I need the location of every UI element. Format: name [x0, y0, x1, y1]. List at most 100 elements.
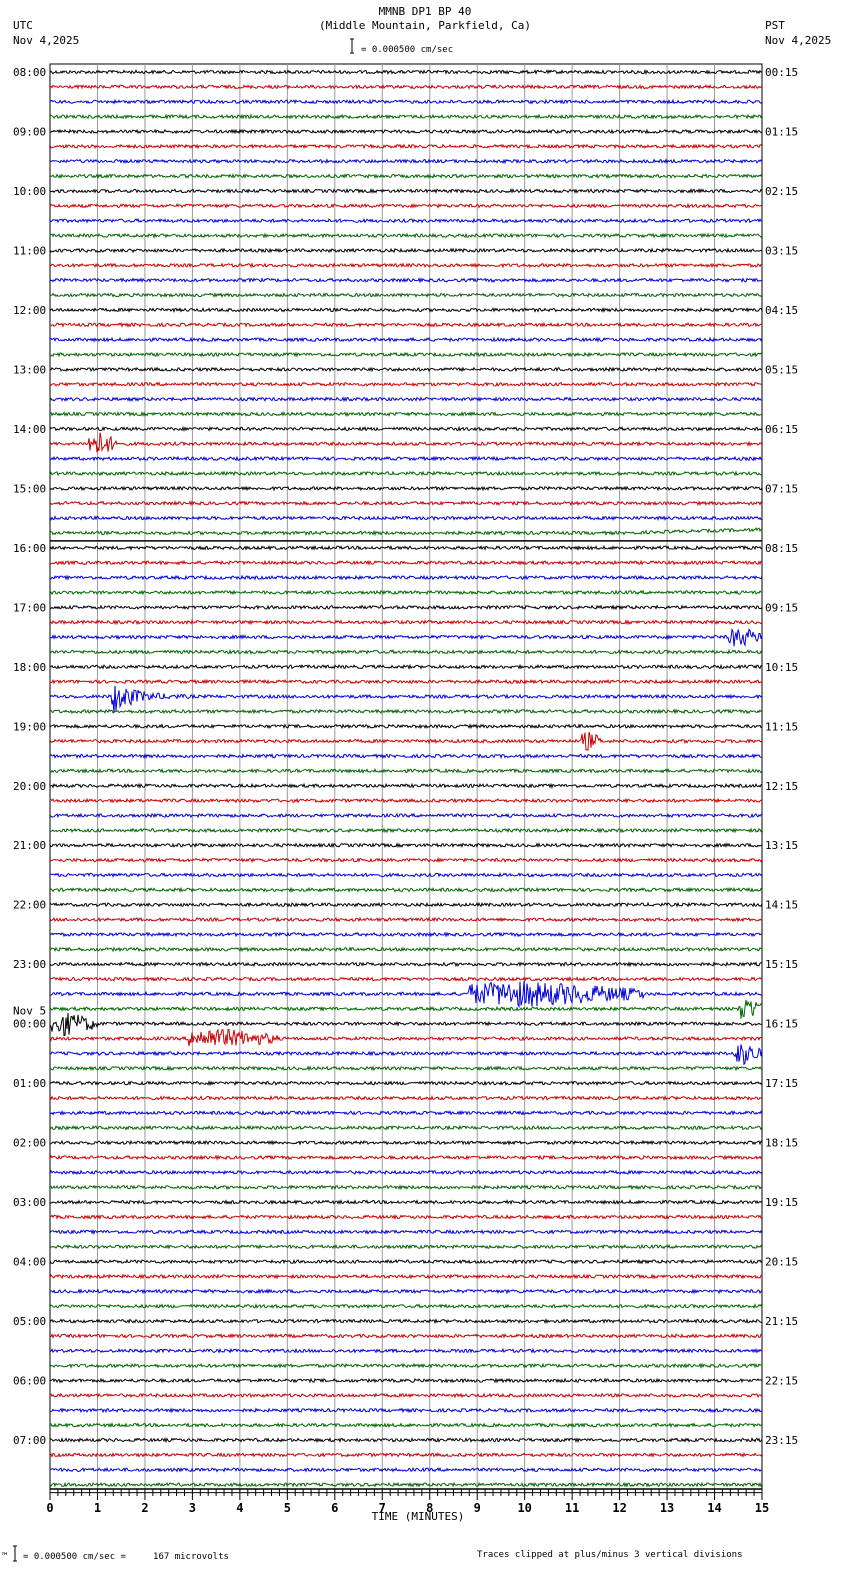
trace-row-68	[49, 1080, 763, 1087]
right-hour-label: 12:15	[765, 780, 798, 793]
x-tick-label: 4	[236, 1501, 243, 1515]
right-hour-label: 07:15	[765, 482, 798, 495]
trace-row-83	[49, 1303, 763, 1310]
right-hour-label: 05:15	[765, 363, 798, 376]
trace-row-55	[49, 886, 763, 893]
trace-row-81	[49, 1273, 763, 1280]
right-hour-label: 23:15	[765, 1434, 798, 1447]
trace-row-26	[49, 455, 763, 462]
trace-row-71	[49, 1124, 763, 1131]
trace-row-77	[49, 1213, 763, 1221]
trace-row-29	[49, 500, 763, 507]
right-hour-label: 06:15	[765, 423, 798, 436]
trace-row-87	[49, 1362, 763, 1369]
trace-row-73	[49, 1154, 763, 1161]
trace-row-80	[49, 1258, 763, 1265]
trace-row-21	[49, 381, 762, 388]
trace-row-50	[49, 812, 763, 819]
trace-row-65	[49, 1028, 763, 1047]
left-hour-label: 23:00	[13, 958, 46, 971]
trace-row-93	[49, 1451, 763, 1458]
trace-row-41	[49, 678, 763, 685]
trace-row-14	[49, 277, 763, 284]
trace-row-4	[49, 128, 763, 135]
trace-row-46	[49, 752, 763, 760]
right-hour-label: 10:15	[765, 661, 798, 674]
right-timezone: PST	[765, 19, 785, 32]
right-date: Nov 4,2025	[765, 34, 831, 47]
footer-scale-label: = 0.000500 cm/sec = 167 microvolts	[23, 1552, 229, 1562]
right-hour-label: 02:15	[765, 185, 798, 198]
left-hour-label: 10:00	[13, 185, 46, 198]
day-change-label: Nov 5	[13, 1005, 46, 1018]
trace-row-79	[49, 1243, 763, 1250]
trace-row-25	[49, 432, 763, 453]
x-tick-label: 15	[755, 1501, 769, 1515]
left-hour-label: 05:00	[13, 1315, 46, 1328]
trace-row-9	[49, 202, 763, 209]
trace-row-59	[49, 946, 763, 953]
trace-row-70	[49, 1109, 763, 1116]
trace-row-7	[49, 172, 763, 180]
trace-row-30	[49, 515, 763, 522]
trace-row-84	[49, 1318, 763, 1325]
svg-text:™: ™	[1, 1552, 7, 1562]
left-hour-label: 12:00	[13, 304, 46, 317]
trace-row-61	[49, 976, 763, 983]
trace-row-6	[49, 158, 763, 165]
x-tick-label: 0	[46, 1501, 53, 1515]
trace-row-47	[49, 767, 763, 775]
trace-row-28	[49, 485, 763, 492]
right-hour-label: 15:15	[765, 958, 798, 971]
trace-row-88	[49, 1377, 763, 1384]
right-hour-label: 21:15	[765, 1315, 798, 1328]
trace-row-90	[49, 1407, 762, 1414]
trace-row-48	[49, 782, 763, 789]
trace-row-43	[50, 708, 763, 715]
left-hour-label: 18:00	[13, 661, 46, 674]
footer-scale-icon: ™	[1, 1545, 17, 1562]
trace-row-78	[49, 1228, 763, 1236]
trace-row-12	[49, 247, 763, 254]
trace-row-5	[49, 143, 763, 150]
left-date: Nov 4,2025	[13, 34, 79, 47]
right-hour-label: 08:15	[765, 542, 798, 555]
right-hour-label: 03:15	[765, 244, 798, 257]
left-hour-label: 08:00	[13, 66, 46, 79]
trace-row-69	[49, 1094, 763, 1102]
trace-row-75	[49, 1184, 763, 1191]
trace-row-53	[49, 857, 763, 864]
right-hour-label: 22:15	[765, 1375, 798, 1388]
trace-row-52	[49, 842, 763, 849]
trace-row-56	[49, 901, 763, 908]
trace-row-2	[49, 98, 763, 105]
x-tick-label: 11	[565, 1501, 579, 1515]
trace-row-11	[49, 232, 763, 239]
trace-row-18	[49, 336, 763, 343]
x-tick-label: 14	[707, 1501, 721, 1515]
left-hour-label: 02:00	[13, 1137, 46, 1150]
trace-row-51	[49, 827, 763, 834]
left-hour-label: 16:00	[13, 542, 46, 555]
trace-row-40	[49, 663, 763, 670]
right-hour-label: 01:15	[765, 125, 798, 138]
trace-row-85	[49, 1333, 763, 1339]
trace-row-34	[49, 574, 763, 581]
left-hour-label: 01:00	[13, 1077, 46, 1090]
trace-row-86	[49, 1347, 763, 1354]
right-hour-label: 20:15	[765, 1256, 798, 1269]
left-hour-label: 20:00	[13, 780, 46, 793]
x-axis-label: TIME (MINUTES)	[372, 1510, 465, 1523]
left-hour-label: 06:00	[13, 1375, 46, 1388]
left-hour-label: 07:00	[13, 1434, 46, 1447]
left-hour-label: 03:00	[13, 1196, 46, 1209]
right-hour-label: 18:15	[765, 1137, 798, 1150]
trace-row-91	[49, 1422, 763, 1429]
trace-row-15	[50, 292, 763, 298]
chart-title: MMNB DP1 BP 40	[379, 5, 472, 18]
x-tick-label: 9	[474, 1501, 481, 1515]
seismogram-chart: MMNB DP1 BP 40 (Middle Mountain, Parkfie…	[1, 5, 831, 1562]
traces	[49, 68, 763, 1488]
trace-row-23	[49, 410, 763, 418]
trace-row-63	[49, 999, 763, 1019]
